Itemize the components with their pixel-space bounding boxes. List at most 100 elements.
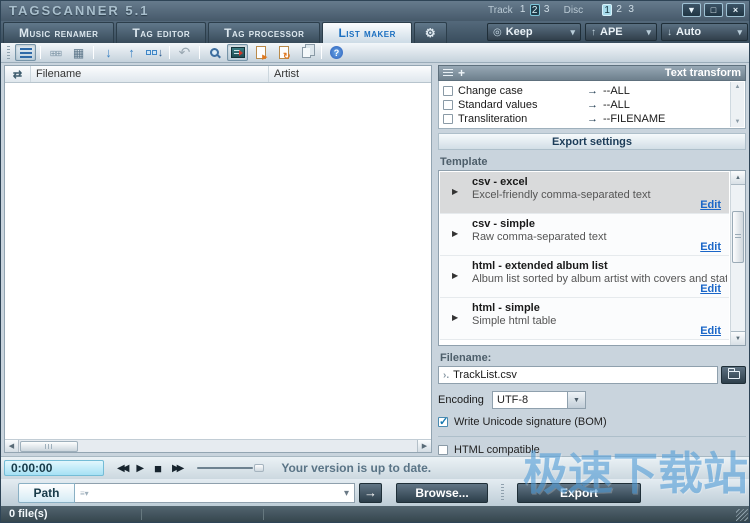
encoding-dropdown-button[interactable] [568, 391, 586, 409]
convert-file-button[interactable] [273, 44, 294, 61]
edit-link[interactable]: Edit [700, 241, 721, 253]
shuffle-icon [13, 68, 22, 81]
view-grid-small-button[interactable] [45, 44, 66, 61]
bom-option[interactable]: Write Unicode signature (BOM) [438, 416, 746, 428]
sort-button[interactable] [144, 44, 165, 61]
rewind-button[interactable] [117, 463, 126, 474]
tab-list-maker[interactable]: List maker [322, 22, 411, 43]
toolbar-separator [199, 46, 200, 59]
edit-link[interactable]: Edit [700, 199, 721, 211]
resize-grip[interactable] [736, 509, 748, 521]
file-table-body[interactable] [5, 83, 431, 439]
transform-scrollbar[interactable] [730, 82, 744, 127]
tab-tag-editor[interactable]: Tag editor [116, 22, 206, 43]
artist-column-header[interactable]: Artist [269, 66, 431, 82]
export-list-button[interactable] [227, 44, 248, 61]
stop-button[interactable] [154, 461, 162, 476]
template-scrollbar[interactable] [730, 171, 745, 345]
help-button[interactable] [326, 44, 347, 61]
browse-button[interactable]: Browse... [396, 483, 488, 503]
volume-thumb[interactable] [254, 464, 264, 472]
main-toolbar [1, 43, 749, 63]
template-item-csv-simple[interactable]: csv - simple Raw comma-separated text Ed… [440, 214, 729, 256]
keep-mode-dropdown[interactable]: ◎ Keep [487, 23, 581, 41]
add-icon[interactable] [458, 66, 465, 80]
fast-forward-button[interactable] [172, 463, 181, 474]
search-icon [210, 48, 219, 57]
tab-music-renamer[interactable]: Music renamer [3, 22, 114, 43]
filename-input[interactable] [453, 369, 713, 381]
view-details-button[interactable] [15, 44, 36, 61]
checkbox[interactable] [443, 114, 453, 124]
disc-digit-2[interactable]: 2 [614, 4, 624, 16]
go-button[interactable]: → [359, 483, 382, 503]
move-down-button[interactable] [98, 44, 119, 61]
track-digit-3[interactable]: 3 [542, 4, 552, 16]
path-combo[interactable] [75, 483, 355, 503]
track-digit-1[interactable]: 1 [518, 4, 528, 16]
transform-row-transliteration[interactable]: Transliteration --FILENAME [443, 112, 728, 126]
path-history-icon[interactable] [80, 487, 89, 499]
scroll-right-button[interactable] [417, 440, 431, 452]
checkbox[interactable] [438, 445, 448, 455]
disc-digit-1[interactable]: 1 [602, 4, 612, 16]
tab-settings[interactable] [414, 22, 447, 43]
scrollbar-thumb[interactable] [732, 211, 744, 263]
maximize-button[interactable]: □ [704, 3, 723, 17]
template-item-html-simple[interactable]: html - simple Simple html table Edit [440, 298, 729, 340]
minimize-icon: ▼ [687, 5, 696, 15]
scroll-up-icon[interactable] [735, 84, 741, 90]
edit-link[interactable]: Edit [700, 283, 721, 295]
encoding-select[interactable]: UTF-8 [492, 391, 568, 409]
play-button[interactable] [136, 463, 144, 474]
scroll-left-button[interactable] [5, 440, 19, 452]
up-arrow-icon [128, 45, 135, 60]
volume-slider[interactable] [197, 467, 253, 469]
transform-row-change-case[interactable]: Change case --ALL [443, 84, 728, 98]
path-button[interactable]: Path [18, 483, 75, 503]
keep-icon: ◎ [493, 27, 502, 38]
write-tag-dropdown[interactable]: ↓ Auto [661, 23, 748, 41]
close-button[interactable]: × [726, 3, 745, 17]
view-grid-large-button[interactable] [68, 44, 89, 61]
template-insert-icon[interactable] [443, 369, 449, 381]
checkbox[interactable] [438, 417, 448, 427]
scroll-up-button[interactable] [731, 171, 745, 185]
checkbox[interactable] [443, 100, 453, 110]
shuffle-column-header[interactable] [5, 66, 31, 82]
text-transform-header: Text transform [438, 65, 746, 81]
horizontal-scrollbar[interactable] [5, 439, 431, 452]
browse-folder-button[interactable] [721, 366, 746, 384]
read-tag-dropdown[interactable]: ↑ APE [585, 23, 657, 41]
toolbar-grip[interactable] [7, 46, 10, 59]
html-compatible-option[interactable]: HTML compatible [438, 444, 746, 456]
move-up-button[interactable] [121, 44, 142, 61]
scroll-down-button[interactable] [731, 331, 745, 345]
copy-button[interactable] [296, 44, 317, 61]
doc-refresh-icon [279, 46, 289, 59]
template-item-csv-excel[interactable]: csv - excel Excel-friendly comma-separat… [440, 172, 729, 214]
text-transform-title: Text transform [665, 67, 741, 79]
close-icon: × [733, 5, 738, 15]
scrollbar-thumb[interactable] [20, 441, 78, 452]
disc-digit-3[interactable]: 3 [626, 4, 636, 16]
checkbox[interactable] [443, 86, 453, 96]
edit-link[interactable]: Edit [700, 325, 721, 337]
track-digit-2[interactable]: 2 [530, 4, 540, 16]
filename-column-header[interactable]: Filename [31, 66, 269, 82]
files-count: 0 file(s) [9, 508, 48, 520]
list-icon[interactable] [443, 69, 453, 78]
search-button[interactable] [204, 44, 225, 61]
divider [438, 436, 746, 437]
sort-icon [146, 47, 164, 59]
minimize-button[interactable]: ▼ [682, 3, 701, 17]
gear-icon [425, 26, 436, 40]
template-item-html-extended[interactable]: html - extended album list Album list so… [440, 256, 729, 298]
undo-button[interactable] [174, 44, 195, 61]
play-file-button[interactable] [250, 44, 271, 61]
tab-tag-processor[interactable]: Tag processor [208, 22, 320, 43]
transform-row-standard-values[interactable]: Standard values --ALL [443, 98, 728, 112]
chevron-down-icon[interactable] [344, 487, 349, 499]
export-button[interactable]: Export [517, 483, 641, 503]
scroll-down-icon[interactable] [735, 119, 741, 125]
